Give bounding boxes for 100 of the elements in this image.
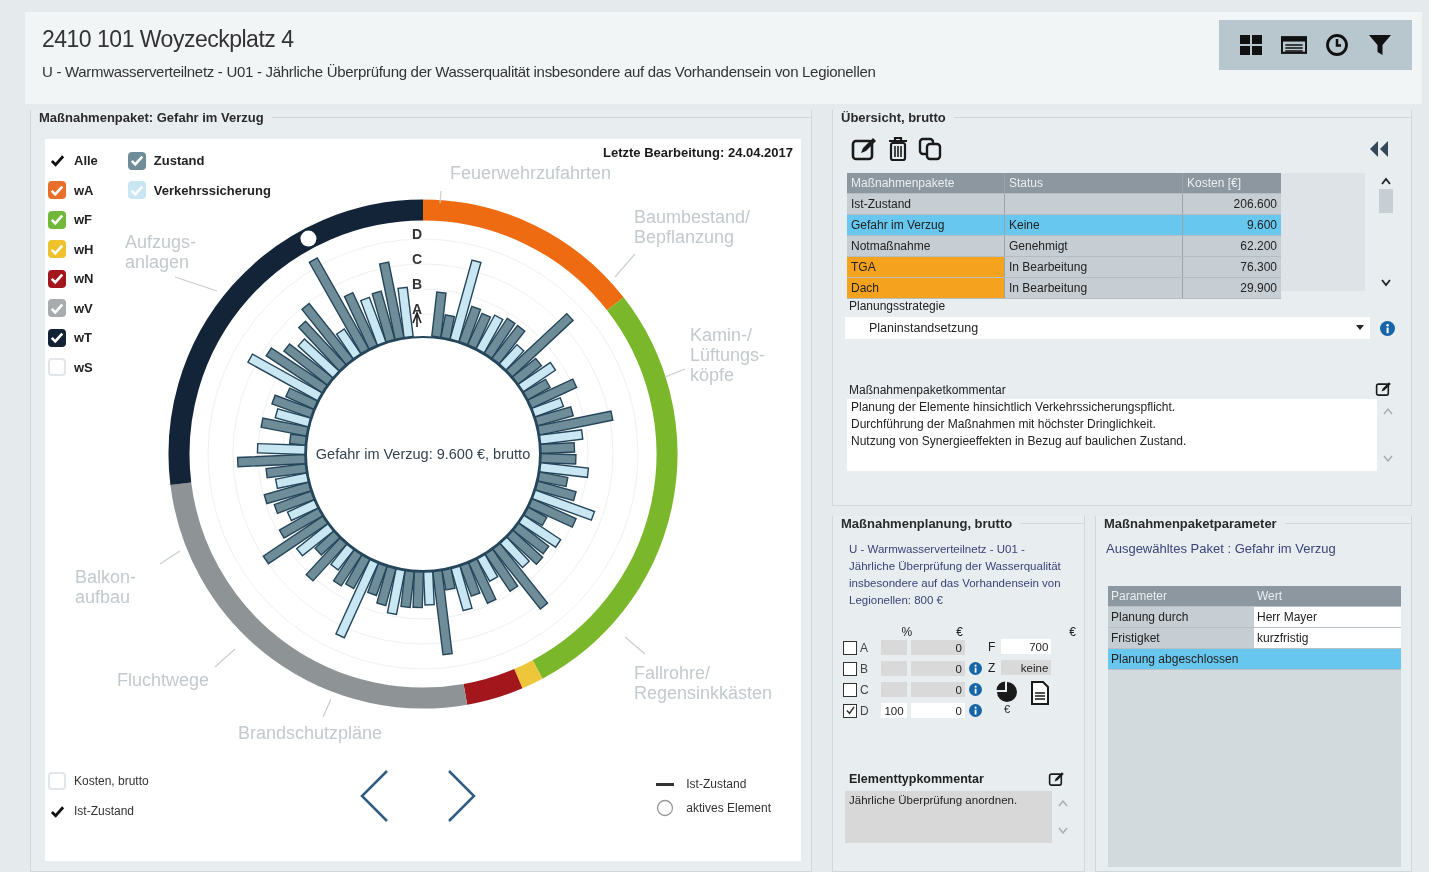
table-cell: In Bearbeitung — [1005, 278, 1183, 298]
checkmark-icon — [50, 330, 64, 346]
panel-title: Maßnahmenplanung, brutto — [841, 516, 1013, 531]
scroll-down-icon[interactable] — [1381, 279, 1391, 287]
package-row[interactable]: Gefahr im Verzug Keine 9.600 — [847, 215, 1281, 236]
category-label: Kamin-/ Lüftungs- köpfe — [690, 325, 766, 385]
table-cell[interactable]: Planung durch — [1108, 607, 1254, 627]
category-label: Feuerwehrzufahrten — [450, 163, 612, 183]
table-cell-text: 9.600 — [1245, 217, 1278, 234]
parameter-row[interactable]: Planung abgeschlossen — [1108, 649, 1401, 670]
pie-chart-icon[interactable] — [996, 681, 1018, 703]
filter-checkbox[interactable]: wS — [48, 356, 98, 378]
filter-checkbox[interactable]: Alle — [48, 150, 98, 172]
panel-title: Maßnahmenpaketparameter — [1104, 516, 1277, 531]
leader-line — [439, 190, 442, 204]
column-header: Wert — [1256, 588, 1284, 605]
list-icon[interactable] — [1280, 33, 1307, 57]
table-cell[interactable]: Herr Mayer — [1254, 607, 1401, 627]
level-label: A — [412, 301, 423, 317]
layer-checkbox[interactable]: Verkehrssicherung — [127, 179, 271, 201]
document-icon[interactable] — [1030, 681, 1050, 705]
table-cell[interactable]: Fristigket — [1108, 628, 1254, 648]
level-label: D — [412, 226, 423, 242]
filter-checkbox[interactable]: wN — [48, 268, 98, 290]
option-checkbox[interactable]: Ist-Zustand — [48, 800, 149, 822]
column-header: € — [1068, 625, 1076, 639]
caret-icon[interactable] — [1356, 325, 1364, 331]
field-label: Elementtypkommentar — [849, 772, 984, 786]
clock-icon[interactable] — [1324, 33, 1351, 57]
level-label: C — [412, 251, 423, 267]
legend-label: Ist-Zustand — [686, 777, 747, 791]
page-subtitle: U - Warmwasserverteilnetz - U01 - Jährliche Überprüfung der Wasserqualität insbesondere auf das Vorhandensein von Legionellen — [42, 63, 876, 80]
table-cell: Notmaßnahme — [847, 236, 1005, 256]
filter-checkbox[interactable]: wT — [48, 327, 98, 349]
collapse-icon[interactable] — [1369, 140, 1389, 158]
column-header: % — [900, 625, 914, 639]
amount-field[interactable]: 0 — [911, 703, 965, 718]
edit-icon[interactable] — [1048, 771, 1066, 787]
column-header: Parameter — [1110, 588, 1169, 605]
percent-field[interactable]: 100 — [881, 703, 907, 718]
checkmark-icon — [50, 212, 64, 228]
filter-checkbox[interactable]: wA — [48, 179, 98, 201]
table-cell: In Bearbeitung — [1005, 257, 1183, 277]
filter-checkbox[interactable]: wH — [48, 238, 98, 260]
active-element-marker[interactable] — [300, 230, 317, 247]
edit-icon[interactable] — [851, 136, 879, 162]
column-header: € — [955, 625, 964, 639]
level-checkbox[interactable]: D — [843, 703, 877, 718]
field-label: Planungsstrategie — [849, 299, 947, 313]
info-icon[interactable] — [1380, 320, 1395, 336]
info-icon[interactable] — [969, 704, 982, 717]
category-label: Brandschutzpläne — [238, 723, 383, 743]
center-total: Gefahr im Verzug: 9.600 €, brutto — [315, 446, 531, 462]
table-cell: Keine — [1005, 215, 1183, 235]
value-field[interactable]: 700 — [1001, 639, 1052, 654]
scroll-up-icon[interactable] — [1381, 177, 1391, 185]
leader-line — [664, 368, 686, 378]
layer-checkbox[interactable]: Zustand — [127, 150, 271, 172]
comment-field[interactable]: Jährliche Überprüfung anordnen. — [845, 791, 1052, 843]
trash-icon[interactable] — [887, 136, 909, 162]
level-label: B — [412, 276, 423, 292]
category-label: Baumbestand/ Bepflanzung — [634, 207, 751, 247]
last-edit-date: Letzte Bearbeitung: 24.04.2017 — [602, 145, 793, 160]
filter-icon[interactable] — [1367, 33, 1394, 57]
category-label: Fallrohre/ Regensinkkästen — [634, 663, 773, 703]
package-row[interactable]: TGA In Bearbeitung 76.300 — [847, 257, 1281, 278]
measure-description: U - Warmwasserverteilnetz - U01 - Jährliche Überprüfung der Wasserqualität insbesondere auf das Vorhandensein von Legionellen: 800 € — [849, 542, 1062, 608]
comment-field[interactable]: Planung der Elemente hinsichtlich Verkehrssicherungspflicht. Durchführung der Maßnahmen mit höchster Dringlichkeit. Nutzung von Synergieeffekten in Bezug auf baulichen Zustand. — [847, 399, 1399, 471]
table-cell[interactable]: kurzfristig — [1254, 628, 1401, 648]
category-label: Fluchtwege — [117, 670, 210, 690]
table-cell: Genehmigt — [1005, 236, 1183, 256]
package-row[interactable]: Ist-Zustand 206.600 — [847, 194, 1281, 215]
leader-line — [322, 698, 332, 718]
panel-title: Maßnahmenpaket: Gefahr im Verzug — [39, 110, 264, 125]
edit-icon[interactable] — [1375, 381, 1393, 397]
copy-icon[interactable] — [917, 136, 943, 162]
comment-line: Planung der Elemente hinsichtlich Verkehrssicherungspflicht. — [851, 399, 1177, 416]
filter-checkbox[interactable]: wF — [48, 209, 98, 231]
package-row[interactable]: Notmaßnahme Genehmigt 62.200 — [847, 236, 1281, 257]
table-cell: Gefahr im Verzug — [847, 215, 1005, 235]
filter-checkbox[interactable]: wV — [48, 297, 98, 319]
checkmark-icon — [50, 271, 64, 287]
comment-line: Nutzung von Synergieeffekten in Bezug auf baulichen Zustand. — [851, 433, 1188, 450]
grid-icon[interactable] — [1237, 33, 1264, 57]
table-cell-text: 62.200 — [1239, 238, 1278, 255]
field-label: F — [988, 639, 996, 654]
page-title: 2410 101 Woyzeckplatz 4 — [42, 26, 295, 53]
strategy-dropdown[interactable]: Planinstandsetzung — [845, 317, 1370, 339]
checkmark-icon — [49, 153, 65, 169]
leader-line — [624, 636, 646, 655]
table-cell-text: 29.900 — [1239, 280, 1278, 297]
scroll-thumb[interactable] — [1379, 189, 1393, 213]
option-checkbox[interactable]: Kosten, brutto — [48, 770, 149, 792]
leader-line — [159, 550, 181, 565]
package-row[interactable]: Dach In Bearbeitung 29.900 — [847, 278, 1281, 299]
category-label: Aufzugs- anlagen — [125, 232, 197, 272]
table-cell: Dach — [847, 278, 1005, 298]
table-cell: TGA — [847, 257, 1005, 277]
selected-package-text: Ausgewähltes Paket : Gefahr im Verzug — [1106, 541, 1337, 556]
checkmark-icon — [844, 705, 856, 716]
